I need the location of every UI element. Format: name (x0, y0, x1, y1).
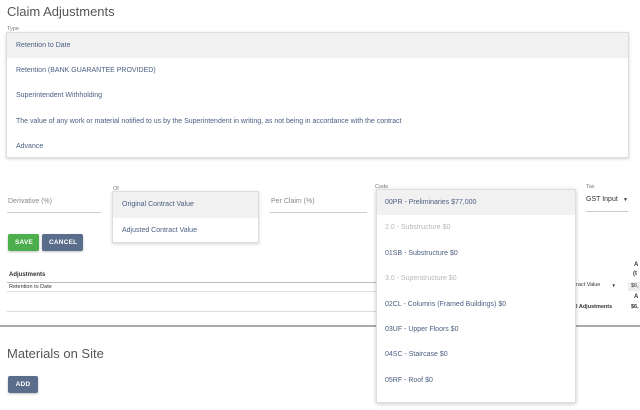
per-claim-input[interactable]: Per Claim (%) (271, 198, 315, 205)
type-option[interactable]: Retention to Date (7, 33, 628, 59)
code-option: 2.0 - Substructure $0 (385, 224, 451, 232)
code-option[interactable]: 01SB - Substructure $0 (377, 241, 575, 266)
table-row: Retention to Date (9, 284, 52, 290)
claim-adjustments-title: Claim Adjustments (7, 4, 115, 19)
right-value-cell: $6, (628, 282, 640, 291)
adjustments-header: Adjustments (9, 272, 46, 278)
materials-title: Materials on Site (7, 346, 104, 361)
tax-select[interactable]: GST Input ▼ (586, 196, 628, 208)
adjustments-header-divider (7, 282, 376, 283)
total-adjustments-label: l Adjustments (576, 304, 613, 310)
code-option: 3.0 - Superstructure $0 (385, 275, 457, 283)
code-option[interactable]: 05RF - Roof $0 (377, 368, 575, 393)
right-select[interactable]: ract Value ▼ (576, 282, 628, 291)
cancel-button[interactable]: CANCEL (42, 234, 83, 251)
table-row-divider (7, 291, 376, 292)
add-button[interactable]: ADD (8, 376, 38, 393)
per-claim-underline (270, 212, 367, 213)
of-option[interactable]: Adjusted Contract Value (113, 218, 258, 244)
derivative-input[interactable]: Derivative (%) (8, 198, 52, 205)
type-option[interactable]: Retention (BANK GUARANTEE PROVIDED) (7, 58, 628, 83)
right-select-value: ract Value (576, 282, 601, 288)
tax-value: GST Input (586, 196, 618, 203)
chevron-down-icon: ▼ (623, 197, 628, 203)
code-option[interactable]: 04SC - Staircase $0 (377, 342, 575, 367)
code-option[interactable]: 00PR - Preliminaries $77,000 (377, 190, 575, 216)
type-listbox[interactable]: Retention to Date Retention (BANK GUARAN… (6, 32, 629, 158)
type-option[interactable]: Superintendent Withholding (7, 83, 628, 108)
code-option[interactable]: 02CL - Columns (Framed Buildings) $0 (377, 292, 575, 317)
total-adjustments-value: $6, (631, 304, 639, 310)
table-bottom-divider (7, 311, 376, 312)
code-option[interactable]: 03UF - Upper Floors $0 (377, 317, 575, 342)
tax-underline (586, 211, 628, 212)
right-header-fragment: A (634, 294, 639, 300)
type-option[interactable]: The value of any work or material notifi… (7, 109, 628, 134)
type-option[interactable]: Advance (7, 134, 628, 159)
right-header-fragment: (t (633, 271, 637, 277)
derivative-underline (7, 212, 101, 213)
of-option[interactable]: Original Contract Value (113, 192, 258, 218)
chevron-down-icon: ▼ (611, 283, 616, 288)
of-dropdown[interactable]: Original Contract Value Adjusted Contrac… (112, 191, 259, 243)
code-dropdown[interactable]: 00PR - Preliminaries $77,000 2.0 - Substr… (376, 189, 576, 403)
save-button[interactable]: SAVE (8, 234, 39, 251)
right-value: $6, (631, 283, 639, 289)
tax-label: Tax (586, 184, 595, 190)
right-header-fragment: A (634, 262, 639, 268)
